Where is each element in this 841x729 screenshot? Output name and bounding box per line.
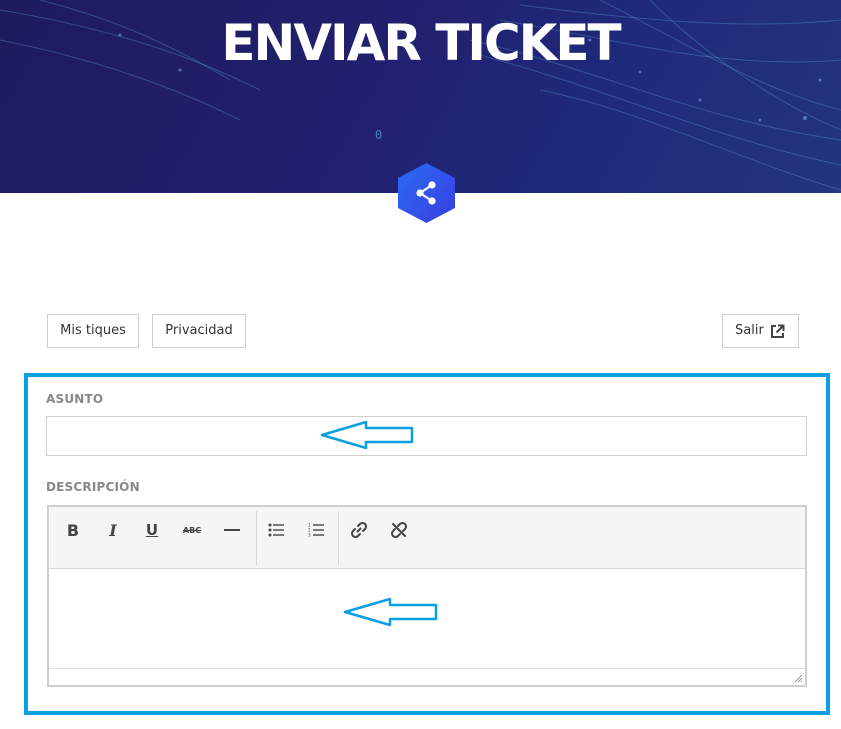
subject-label: ASUNTO bbox=[46, 392, 104, 406]
link-icon[interactable] bbox=[344, 515, 374, 545]
share-icon bbox=[398, 163, 455, 223]
subject-input[interactable] bbox=[46, 416, 807, 456]
hero-decoration-digit: 0 bbox=[375, 128, 383, 142]
toolbar-divider bbox=[338, 511, 339, 565]
toolbar-divider bbox=[256, 511, 257, 565]
description-arrow-icon bbox=[343, 598, 438, 626]
description-editor: B I U ABC 123 bbox=[47, 505, 807, 687]
external-link-icon bbox=[770, 324, 785, 338]
bold-icon[interactable]: B bbox=[58, 515, 88, 545]
horizontal-rule-icon[interactable] bbox=[217, 515, 247, 545]
my-tickets-button[interactable]: Mis tiques bbox=[47, 314, 139, 348]
share-button[interactable] bbox=[398, 163, 455, 223]
svg-text:3: 3 bbox=[308, 533, 311, 538]
exit-button[interactable]: Salir bbox=[722, 314, 799, 348]
underline-icon[interactable]: U bbox=[137, 515, 167, 545]
exit-button-label: Salir bbox=[735, 323, 764, 338]
bulleted-list-icon[interactable] bbox=[261, 515, 291, 545]
description-label: DESCRIPCIÓN bbox=[46, 480, 140, 494]
editor-toolbar: B I U ABC 123 bbox=[49, 507, 805, 569]
subject-arrow-icon bbox=[320, 421, 414, 449]
resize-handle-icon[interactable] bbox=[794, 674, 803, 683]
editor-statusbar bbox=[49, 668, 805, 685]
italic-icon[interactable]: I bbox=[98, 515, 128, 545]
page-title: ENVIAR TICKET bbox=[221, 14, 621, 72]
unlink-icon[interactable] bbox=[384, 515, 414, 545]
strikethrough-icon[interactable]: ABC bbox=[177, 515, 207, 545]
numbered-list-icon[interactable]: 123 bbox=[301, 515, 331, 545]
privacy-button[interactable]: Privacidad bbox=[152, 314, 246, 348]
